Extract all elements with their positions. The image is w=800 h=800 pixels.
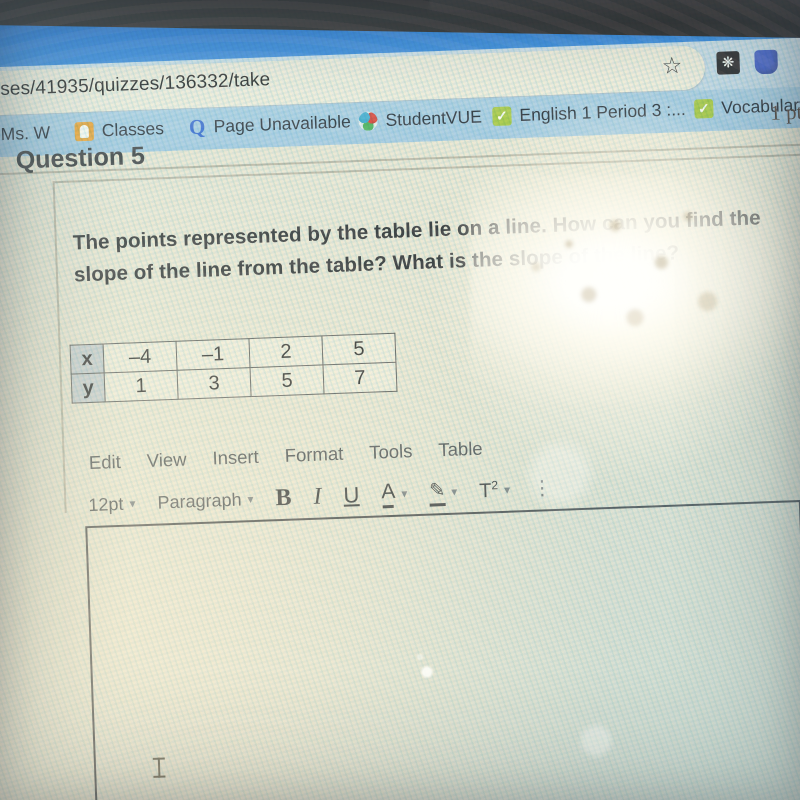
studentvue-pinwheel-icon	[358, 111, 378, 131]
block-format-dropdown[interactable]: Paragraph ▾	[157, 489, 254, 514]
question-points: 1 pts	[769, 99, 800, 125]
table-cell: 3	[177, 367, 252, 400]
text-color-icon: A	[381, 480, 396, 508]
blue-shield-extension-icon[interactable]	[754, 49, 779, 75]
chevron-down-icon: ▾	[503, 482, 511, 497]
bookmark-item-studentvue[interactable]: StudentVUE	[358, 106, 482, 132]
quizlet-q-icon: Q	[188, 114, 206, 140]
bookmark-label: StudentVUE	[385, 106, 483, 130]
table-cell: 5	[250, 364, 325, 397]
petals-glyph: ❋	[721, 54, 735, 72]
table-row-label-x: x	[70, 343, 105, 375]
underline-button[interactable]: U	[343, 482, 360, 509]
answer-editor-body[interactable]	[85, 500, 800, 800]
italic-button[interactable]: I	[313, 483, 322, 510]
puzzle-petals-extension-icon[interactable]: ❋	[716, 50, 741, 75]
chevron-down-icon: ▾	[247, 492, 254, 507]
superscript-button[interactable]: T2 ▾	[479, 477, 511, 503]
menu-item-table[interactable]: Table	[438, 438, 483, 462]
table-cell: 2	[248, 335, 323, 368]
chevron-down-icon: ▾	[129, 496, 136, 511]
table-cell: 1	[104, 370, 179, 402]
more-options-icon[interactable]: ⋮	[532, 477, 553, 500]
screen-content: urses/41935/quizzes/136332/take ☆ ❋ With…	[0, 0, 800, 800]
question-header: Question 5	[15, 141, 146, 175]
data-table: x –4 –1 2 5 y 1 3 5 7	[69, 332, 398, 404]
green-check-icon: ✓	[694, 98, 714, 119]
menu-item-insert[interactable]: Insert	[212, 446, 259, 470]
highlighter-pen-icon: ✎	[429, 479, 446, 507]
menu-item-view[interactable]: View	[146, 448, 187, 471]
google-classroom-icon	[74, 121, 95, 142]
highlight-color-button[interactable]: ✎ ▾	[429, 478, 458, 506]
bold-button[interactable]: B	[275, 484, 292, 512]
bookmark-label: With Ms. W	[0, 122, 51, 145]
table-cell: –1	[176, 338, 251, 371]
chevron-down-icon: ▾	[401, 486, 408, 501]
block-format-value: Paragraph	[157, 489, 242, 513]
table-row-label-y: y	[71, 372, 106, 404]
superscript-icon: T2	[479, 478, 499, 503]
bookmark-item-classes[interactable]: Classes	[74, 118, 164, 142]
font-size-value: 12pt	[88, 493, 124, 515]
table-cell: –4	[103, 341, 178, 373]
bookmark-item-with-ms-w[interactable]: With Ms. W	[0, 122, 51, 146]
bookmark-star-icon[interactable]: ☆	[661, 52, 683, 79]
table-cell: 5	[321, 333, 396, 365]
text-cursor-icon	[157, 757, 161, 778]
text-color-button[interactable]: A ▾	[381, 479, 408, 508]
menu-item-edit[interactable]: Edit	[89, 451, 122, 474]
bookmark-label: Classes	[101, 118, 165, 141]
table-cell: 7	[322, 362, 397, 394]
menu-item-tools[interactable]: Tools	[369, 440, 413, 464]
superscript-exponent: 2	[491, 477, 499, 493]
chevron-down-icon: ▾	[451, 484, 458, 499]
menu-item-format[interactable]: Format	[284, 443, 343, 467]
photo-of-screen: urses/41935/quizzes/136332/take ☆ ❋ With…	[0, 0, 800, 800]
green-check-icon: ✓	[492, 106, 512, 127]
font-size-dropdown[interactable]: 12pt ▾	[88, 493, 136, 516]
